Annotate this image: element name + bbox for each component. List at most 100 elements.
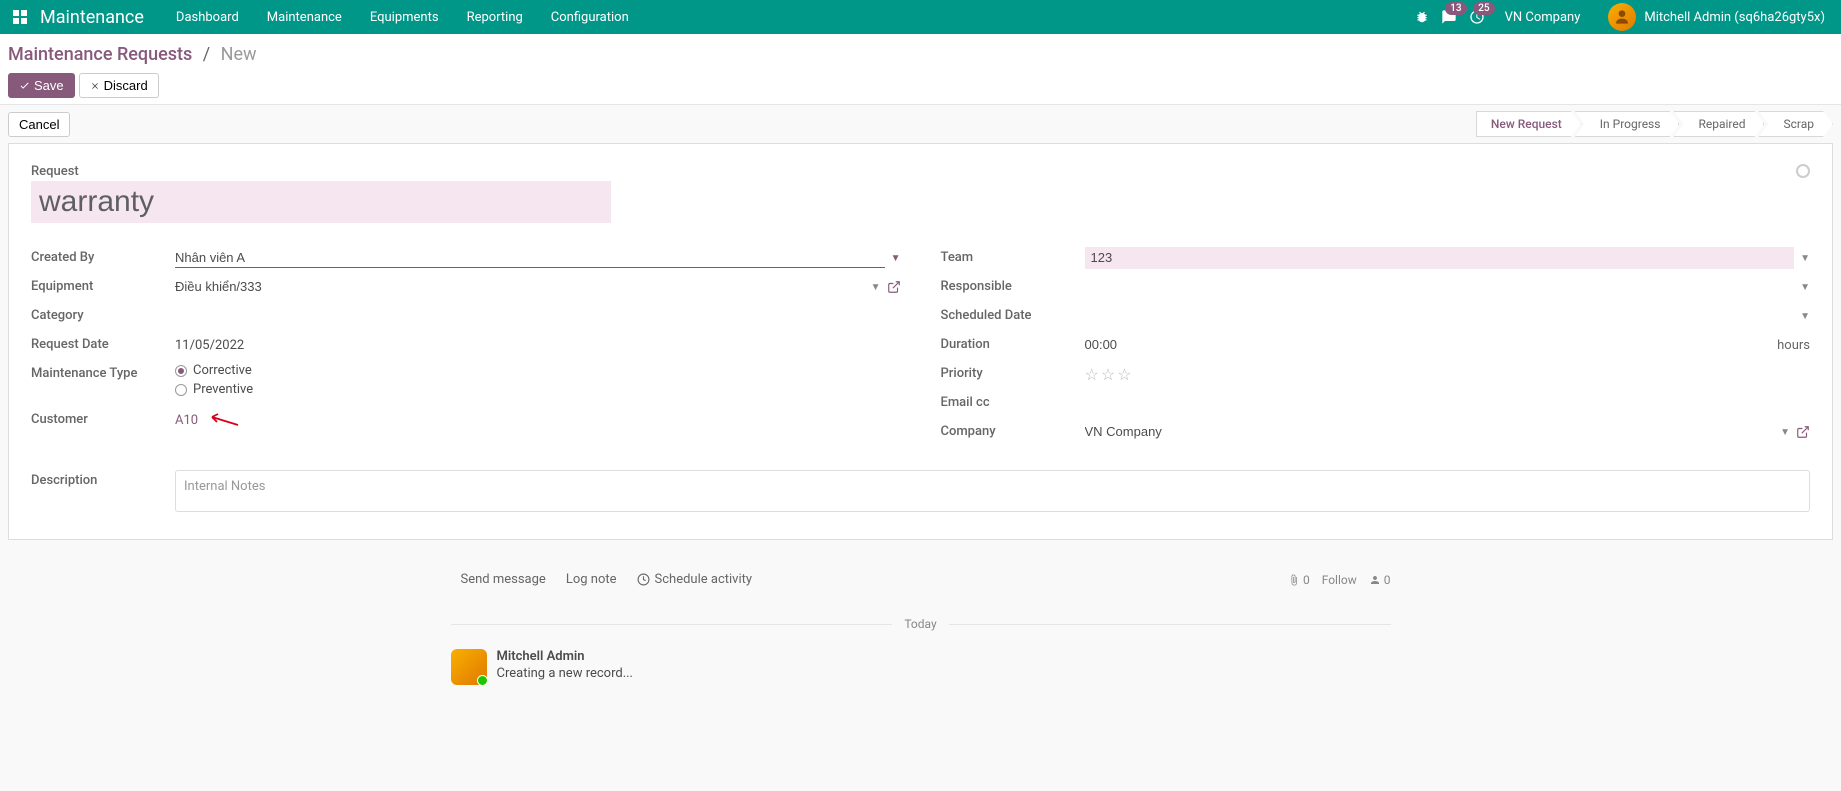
scheduled-date-label: Scheduled Date — [941, 305, 1085, 323]
menu-reporting[interactable]: Reporting — [453, 2, 537, 33]
messaging-badge: 13 — [1445, 2, 1466, 15]
dropdown-icon[interactable]: ▼ — [871, 282, 881, 293]
maintenance-type-label: Maintenance Type — [31, 363, 175, 381]
stage-new-request[interactable]: New Request — [1476, 111, 1581, 137]
send-message-button[interactable]: Send message — [451, 566, 556, 593]
team-label: Team — [941, 247, 1085, 265]
radio-preventive[interactable]: Preventive — [175, 382, 253, 397]
date-separator: Today — [451, 617, 1391, 631]
follow-button[interactable]: Follow — [1322, 573, 1357, 587]
duration-input[interactable] — [1085, 335, 1754, 355]
message: Mitchell Admin Creating a new record... — [451, 645, 1391, 689]
follower-count[interactable]: 0 — [1369, 573, 1391, 587]
control-panel: Maintenance Requests / New Save Discard — [0, 34, 1841, 105]
cancel-button[interactable]: Cancel — [8, 112, 70, 137]
message-avatar-icon — [451, 649, 487, 685]
menu-equipments[interactable]: Equipments — [356, 2, 453, 33]
star-icon[interactable]: ☆ — [1117, 365, 1131, 384]
stage-in-progress[interactable]: In Progress — [1575, 111, 1680, 137]
responsible-input[interactable] — [1085, 277, 1795, 297]
chatter: Send message Log note Schedule activity … — [451, 556, 1391, 689]
breadcrumb-parent[interactable]: Maintenance Requests — [8, 44, 192, 65]
schedule-label: Schedule activity — [655, 572, 753, 587]
user-menu[interactable]: Mitchell Admin (sq6ha26gty5x) — [1600, 3, 1833, 31]
scheduled-date-input[interactable] — [1085, 306, 1795, 326]
company-label: Company — [941, 421, 1085, 439]
breadcrumb-sep: / — [203, 44, 210, 65]
external-link-icon[interactable] — [1796, 425, 1810, 439]
save-label: Save — [34, 78, 64, 93]
category-label: Category — [31, 305, 175, 323]
radio-icon — [175, 384, 187, 396]
message-author: Mitchell Admin — [497, 649, 634, 664]
save-button[interactable]: Save — [8, 73, 75, 98]
left-column: Created By ▼ Equipment ▼ — [31, 247, 901, 450]
dropdown-icon[interactable]: ▼ — [1800, 282, 1810, 293]
request-date-label: Request Date — [31, 334, 175, 352]
description-label: Description — [31, 470, 175, 488]
right-column: Team ▼ Responsible ▼ Scheduled Date — [941, 247, 1811, 450]
nav-menu: Dashboard Maintenance Equipments Reporti… — [162, 2, 643, 33]
form-sheet: Request Created By ▼ Equipment ▼ — [8, 143, 1833, 540]
menu-configuration[interactable]: Configuration — [537, 2, 643, 33]
message-body: Creating a new record... — [497, 666, 634, 681]
kanban-state-icon[interactable] — [1796, 164, 1810, 178]
user-avatar-icon — [1608, 3, 1636, 31]
star-icon[interactable]: ☆ — [1101, 365, 1115, 384]
duration-label: Duration — [941, 334, 1085, 352]
request-label: Request — [31, 164, 1810, 179]
nav-right: 13 25 VN Company Mitchell Admin (sq6ha26… — [1415, 3, 1833, 31]
log-note-button[interactable]: Log note — [556, 566, 627, 593]
priority-label: Priority — [941, 363, 1085, 381]
email-cc-input[interactable] — [1085, 393, 1811, 413]
radio-preventive-label: Preventive — [193, 382, 253, 397]
dropdown-icon[interactable]: ▼ — [891, 253, 901, 264]
request-date-value: 11/05/2022 — [175, 338, 244, 353]
radio-corrective-label: Corrective — [193, 363, 252, 378]
status-bar: New Request In Progress Repaired Scrap — [1476, 111, 1833, 137]
activities-icon[interactable]: 25 — [1469, 9, 1485, 25]
created-by-input[interactable] — [175, 248, 885, 268]
created-by-label: Created By — [31, 247, 175, 265]
attachment-count[interactable]: 0 — [1288, 573, 1310, 587]
equipment-input[interactable] — [175, 277, 865, 297]
team-input[interactable] — [1085, 247, 1795, 269]
arrow-annotation-icon — [208, 413, 240, 427]
discard-button[interactable]: Discard — [79, 73, 159, 98]
category-input[interactable] — [175, 306, 901, 326]
email-cc-label: Email cc — [941, 392, 1085, 410]
discard-label: Discard — [104, 78, 148, 93]
star-icon[interactable]: ☆ — [1085, 365, 1099, 384]
customer-label: Customer — [31, 409, 175, 427]
messaging-icon[interactable]: 13 — [1441, 9, 1457, 25]
radio-icon — [175, 365, 187, 377]
description-input[interactable]: Internal Notes — [175, 470, 1810, 512]
dropdown-icon[interactable]: ▼ — [1780, 427, 1790, 438]
equipment-label: Equipment — [31, 276, 175, 294]
external-link-icon[interactable] — [887, 280, 901, 294]
apps-icon[interactable] — [8, 5, 32, 29]
stage-repaired[interactable]: Repaired — [1673, 111, 1764, 137]
navbar: Maintenance Dashboard Maintenance Equipm… — [0, 0, 1841, 34]
breadcrumb-current: New — [221, 44, 257, 65]
activities-badge: 25 — [1473, 2, 1494, 15]
breadcrumb: Maintenance Requests / New — [8, 44, 1833, 73]
radio-corrective[interactable]: Corrective — [175, 363, 253, 378]
duration-unit: hours — [1777, 338, 1810, 353]
dropdown-icon[interactable]: ▼ — [1800, 311, 1810, 322]
priority-stars: ☆ ☆ ☆ — [1085, 365, 1132, 384]
menu-dashboard[interactable]: Dashboard — [162, 2, 253, 33]
company-selector[interactable]: VN Company — [1497, 10, 1589, 25]
company-input[interactable] — [1085, 422, 1775, 442]
request-name-input[interactable] — [31, 181, 611, 223]
app-brand[interactable]: Maintenance — [40, 7, 144, 28]
user-name: Mitchell Admin (sq6ha26gty5x) — [1644, 10, 1825, 25]
schedule-activity-button[interactable]: Schedule activity — [627, 566, 763, 593]
debug-icon[interactable] — [1415, 10, 1429, 24]
dropdown-icon[interactable]: ▼ — [1800, 253, 1810, 264]
responsible-label: Responsible — [941, 276, 1085, 294]
customer-value[interactable]: A10 — [175, 413, 198, 428]
stage-scrap[interactable]: Scrap — [1758, 111, 1833, 137]
menu-maintenance[interactable]: Maintenance — [253, 2, 356, 33]
status-row: Cancel New Request In Progress Repaired … — [0, 105, 1841, 143]
